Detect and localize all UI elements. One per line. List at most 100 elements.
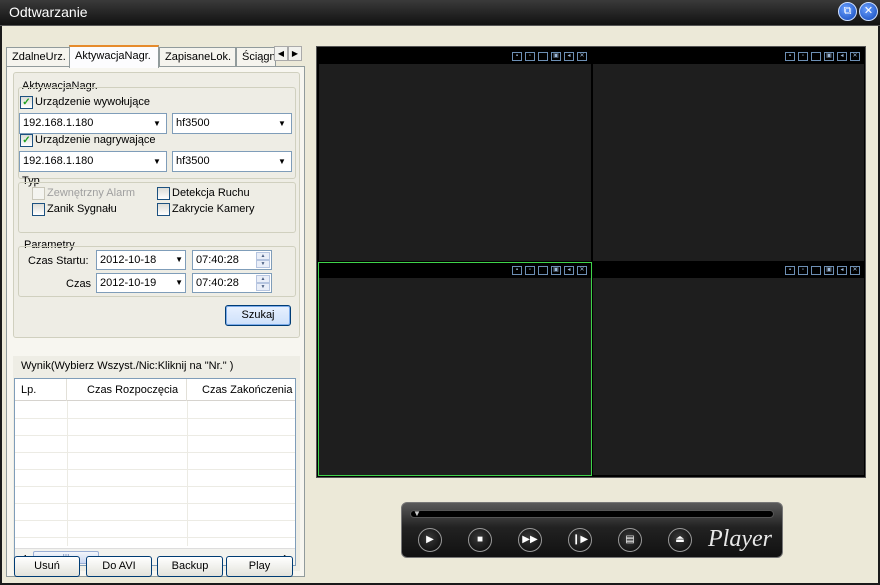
spin-down-icon[interactable]: ▼ [256, 283, 270, 291]
video-channel-4[interactable]: ▪ ▫ ▣ ◂ ✕ [592, 262, 865, 476]
table-row[interactable] [15, 521, 295, 538]
tab-saved-local[interactable]: ZapisaneLok. [159, 47, 236, 67]
recorder-ip-select[interactable]: 192.168.1.180 ▼ [19, 151, 167, 172]
start-time-spinner[interactable]: 07:40:28 ▲ ▼ [192, 250, 272, 270]
close-channel-icon[interactable]: ✕ [850, 52, 860, 61]
step-frame-button[interactable]: ❙▶ [568, 528, 592, 552]
blank-icon[interactable] [538, 52, 548, 61]
window-icon[interactable]: ▫ [525, 52, 535, 61]
video-channel-2[interactable]: ▪ ▫ ▣ ◂ ✕ [592, 48, 865, 262]
caller-device-checkbox[interactable]: ✓ Urządzenie wywołujące [20, 96, 150, 110]
blank-icon[interactable] [811, 52, 821, 61]
table-row[interactable] [15, 436, 295, 453]
window-icon[interactable]: ▫ [525, 266, 535, 275]
play-list-button[interactable]: Play [226, 556, 293, 577]
play-icon: ▶ [426, 534, 434, 545]
column-header-start[interactable]: Czas Rozpoczęcia [67, 379, 187, 401]
recorder-device-checkbox[interactable]: ✓ Urządzenie nagrywające [20, 134, 155, 148]
tab-scroll: ◀ ▶ [274, 46, 303, 62]
column-divider [187, 401, 188, 546]
end-time-label: Czas [66, 278, 92, 290]
end-time-value: 07:40:28 [196, 277, 239, 289]
spin-buttons[interactable]: ▲ ▼ [256, 275, 270, 291]
table-row[interactable] [15, 419, 295, 436]
restore-button[interactable]: ⧉ [838, 2, 857, 21]
results-table[interactable]: Lp. Czas Rozpoczęcia Czas Zakończenia ◀ … [14, 378, 296, 566]
delete-button[interactable]: Usuń [14, 556, 80, 577]
search-button[interactable]: Szukaj [225, 305, 291, 326]
record-icon[interactable]: ▣ [824, 52, 834, 61]
dropdown-arrow-icon: ▼ [153, 157, 161, 166]
start-date-value: 2012-10-18 [100, 254, 157, 266]
spin-up-icon[interactable]: ▲ [256, 252, 270, 260]
external-alarm-checkbox[interactable]: Zewnętrzny Alarm [32, 187, 135, 201]
player-controls: ▼ ▶ ■ ▶▶ ❙▶ ▤ ⏏ Player [401, 502, 783, 558]
blank-icon[interactable] [538, 266, 548, 275]
checkbox-box [157, 203, 170, 216]
caller-device-select[interactable]: hf3500 ▼ [172, 113, 292, 134]
column-header-end[interactable]: Czas Zakończenia [187, 379, 295, 401]
snapshot-icon[interactable]: ▪ [512, 52, 522, 61]
audio-icon[interactable]: ◂ [837, 52, 847, 61]
step-frame-icon: ❙▶ [571, 534, 589, 545]
caller-ip-value: 192.168.1.180 [23, 117, 94, 129]
seek-knob-icon[interactable]: ▼ [413, 509, 423, 519]
backup-button[interactable]: Backup [157, 556, 223, 577]
motion-detect-checkbox[interactable]: Detekcja Ruchu [157, 187, 250, 201]
title-bar: Odtwarzanie ⧉ ✕ [0, 0, 880, 26]
end-time-spinner[interactable]: 07:40:28 ▲ ▼ [192, 273, 272, 293]
snapshot-icon[interactable]: ▪ [512, 266, 522, 275]
window-title: Odtwarzanie [9, 4, 88, 20]
channel-icons: ▪ ▫ ▣ ◂ ✕ [509, 266, 587, 276]
tab-scroll-left-button[interactable]: ◀ [274, 46, 288, 61]
playlist-button[interactable]: ▤ [618, 528, 642, 552]
fast-forward-button[interactable]: ▶▶ [518, 528, 542, 552]
caller-device-value: hf3500 [176, 117, 210, 129]
tab-download[interactable]: Ściągnij [236, 47, 276, 67]
close-channel-icon[interactable]: ✕ [850, 266, 860, 275]
start-date-picker[interactable]: 2012-10-18 ▼ [96, 250, 186, 270]
stop-button[interactable]: ■ [468, 528, 492, 552]
caller-ip-select[interactable]: 192.168.1.180 ▼ [19, 113, 167, 134]
close-channel-icon[interactable]: ✕ [577, 266, 587, 275]
tab-scroll-right-button[interactable]: ▶ [288, 46, 302, 61]
video-channel-3[interactable]: ▪ ▫ ▣ ◂ ✕ [318, 262, 592, 476]
tab-activation[interactable]: AktywacjaNagr. [69, 45, 159, 68]
table-row[interactable] [15, 487, 295, 504]
channel-icons: ▪ ▫ ▣ ◂ ✕ [509, 52, 587, 62]
record-icon[interactable]: ▣ [551, 52, 561, 61]
tab-remote[interactable]: ZdalneUrz. [6, 47, 70, 67]
end-date-picker[interactable]: 2012-10-19 ▼ [96, 273, 186, 293]
window-icon[interactable]: ▫ [798, 266, 808, 275]
snapshot-icon[interactable]: ▪ [785, 52, 795, 61]
audio-icon[interactable]: ◂ [564, 266, 574, 275]
recorder-device-select[interactable]: hf3500 ▼ [172, 151, 292, 172]
to-avi-button[interactable]: Do AVI [86, 556, 152, 577]
recorder-ip-value: 192.168.1.180 [23, 155, 94, 167]
column-header-number[interactable]: Lp. [15, 379, 67, 401]
table-row[interactable] [15, 504, 295, 521]
signal-loss-checkbox[interactable]: Zanik Sygnału [32, 203, 117, 217]
table-row[interactable] [15, 453, 295, 470]
table-row[interactable] [15, 470, 295, 487]
checkmark-icon: ✓ [20, 96, 33, 109]
spin-up-icon[interactable]: ▲ [256, 275, 270, 283]
close-channel-icon[interactable]: ✕ [577, 52, 587, 61]
snapshot-icon[interactable]: ▪ [785, 266, 795, 275]
record-icon[interactable]: ▣ [824, 266, 834, 275]
close-button[interactable]: ✕ [859, 2, 878, 21]
eject-button[interactable]: ⏏ [668, 528, 692, 552]
play-button[interactable]: ▶ [418, 528, 442, 552]
video-channel-1[interactable]: ▪ ▫ ▣ ◂ ✕ [318, 48, 592, 262]
blank-icon[interactable] [811, 266, 821, 275]
window-icon[interactable]: ▫ [798, 52, 808, 61]
spin-buttons[interactable]: ▲ ▼ [256, 252, 270, 268]
record-icon[interactable]: ▣ [551, 266, 561, 275]
camera-cover-checkbox[interactable]: Zakrycie Kamery [157, 203, 255, 217]
audio-icon[interactable]: ◂ [564, 52, 574, 61]
spin-down-icon[interactable]: ▼ [256, 260, 270, 268]
table-row[interactable] [15, 402, 295, 419]
motion-detect-label: Detekcja Ruchu [172, 187, 250, 199]
audio-icon[interactable]: ◂ [837, 266, 847, 275]
seek-bar[interactable]: ▼ [410, 509, 774, 519]
